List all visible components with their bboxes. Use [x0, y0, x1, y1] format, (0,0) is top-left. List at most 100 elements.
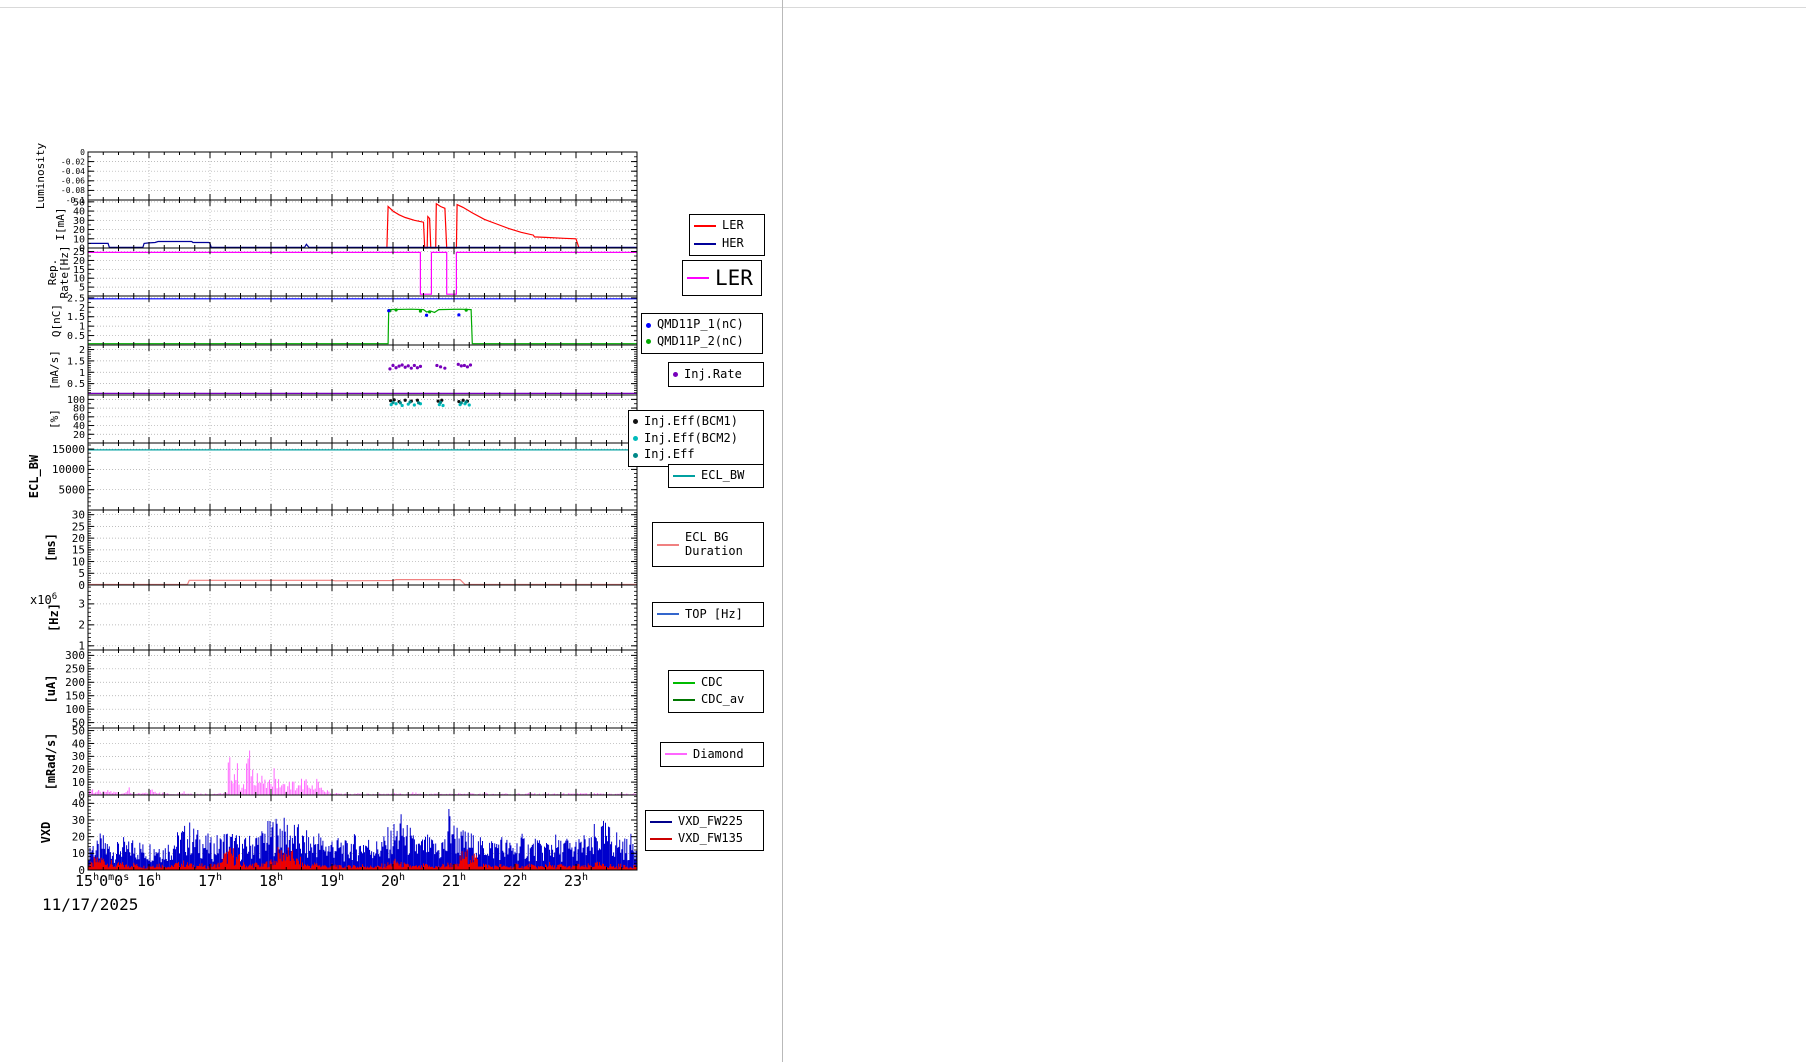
panel-rep-rate: 252015105Rep. Rate[Hz]: [46, 246, 638, 299]
legend-ler-large: LER: [682, 260, 762, 296]
legend-item-label: LER: [715, 265, 753, 290]
legend-item-label: Inj.Rate: [684, 366, 742, 381]
y-axis-title: [ms]: [44, 533, 58, 562]
legend-cdc: CDC CDC_av: [668, 670, 764, 713]
x-tick-label: 16h: [137, 872, 161, 890]
y-tick-label: 300: [65, 649, 85, 662]
y-tick-label: 0: [80, 148, 85, 157]
legend-item-label: Diamond: [693, 746, 744, 761]
legend-item: Inj.Eff(BCM1): [633, 414, 759, 429]
series-VXD_FW225: [87, 809, 637, 870]
legend-inj-rate: Inj.Rate: [668, 362, 764, 387]
series-RepRate: [88, 251, 637, 295]
legend-item-label: TOP [Hz]: [685, 606, 743, 621]
y-tick-label: 0: [78, 579, 85, 592]
series-LER: [386, 202, 580, 249]
panel-ecl-bg-duration: 302520151050[ms]: [44, 509, 638, 592]
x-tick-label: 20h: [381, 872, 405, 890]
panel-vxd-rate: 403020100VXD: [39, 794, 638, 877]
y-tick-label: 2: [78, 619, 85, 632]
panel-beam-current: 50403020100I[mA]: [54, 197, 638, 255]
y-axis-title: Rate[Hz]: [58, 246, 71, 299]
y-tick-label: 40: [72, 797, 85, 810]
date-label: 11/17/2025: [42, 895, 139, 914]
series-QMD11P_2: [88, 308, 637, 345]
x-tick-label: 15h0m0s: [75, 872, 129, 890]
y-axis-title: [uA]: [44, 675, 58, 704]
legend-item: CDC_av: [673, 693, 759, 707]
panel-injection-rate: 21.510.5 [mA/s]: [48, 344, 638, 396]
y-tick-label: 20: [72, 763, 85, 776]
legend-item-label: LER: [722, 218, 744, 233]
legend-item: LER: [687, 266, 757, 290]
legend-item: ECL_BW: [673, 468, 759, 483]
y-tick-label: 20: [73, 430, 85, 441]
legend-item-label: QMD11P_2(nC): [657, 334, 744, 349]
y-tick-label: 1: [79, 368, 85, 379]
y-axis-title: [mA/s]: [48, 350, 61, 390]
legend-marker-line: [694, 242, 716, 245]
y-axis-title: Luminosity: [34, 143, 47, 210]
legend-top: TOP [Hz]: [652, 602, 764, 627]
y-tick-label: 200: [65, 676, 85, 689]
legend-marker-line: [673, 474, 695, 477]
legend-marker-line: [694, 225, 716, 228]
legend-item: VXD_FW225: [650, 814, 759, 829]
y-axis-title: [%]: [48, 409, 61, 429]
legend-qmd: QMD11P_1(nC) QMD11P_2(nC): [641, 313, 763, 354]
legend-ecl-bw: ECL_BW: [668, 464, 764, 488]
legend-item-label: ECL_BW: [701, 468, 745, 483]
panel-bunch-charge: 2.521.510.5Q[nC]: [50, 293, 638, 346]
series-InjRate: [388, 362, 473, 371]
y-tick-label: 0.5: [67, 331, 85, 342]
legend-marker-line: [665, 753, 687, 756]
x-tick-label: 17h: [198, 872, 222, 890]
y-tick-label: -0.04: [61, 167, 85, 176]
legend-item: VXD_FW135: [650, 831, 759, 846]
x-tick-label: 21h: [442, 872, 466, 890]
y-axis-title: [Hz]: [47, 603, 61, 632]
legend-marker-line: [657, 543, 679, 546]
y-tick-label: 10000: [52, 463, 85, 476]
legend-item-label: QMD11P_1(nC): [657, 317, 744, 332]
legend-marker-dot: [633, 435, 638, 441]
legend-inj-eff: Inj.Eff(BCM1) Inj.Eff(BCM2) Inj.Eff: [628, 410, 764, 467]
x-tick-label: 19h: [320, 872, 344, 890]
window-divider: [782, 0, 783, 1062]
y-axis-title: VXD: [39, 822, 53, 844]
y-tick-label: 30: [72, 814, 85, 827]
legend-item-label: Inj.Eff(BCM2): [644, 430, 738, 445]
legend-beam-current: LER HER: [689, 214, 765, 256]
legend-item-label: Inj.Eff: [644, 447, 695, 462]
series-InjEff: [391, 400, 468, 405]
legend-item-label: CDC: [701, 674, 723, 689]
x-tick-label: 18h: [259, 872, 283, 890]
y-tick-label: 3: [78, 598, 85, 611]
legend-item-label: VXD_FW225: [678, 814, 744, 829]
panel-top-rate: 321[Hz]x106: [30, 584, 638, 653]
legend-item: Diamond: [665, 746, 759, 762]
y-tick-label: 0.5: [67, 379, 85, 390]
y-tick-label: 20: [72, 831, 85, 844]
legend-item: Inj.Eff(BCM2): [633, 430, 759, 446]
legend-marker-line: [673, 699, 695, 702]
y-tick-label: 2: [79, 345, 85, 356]
legend-item-label: ECL BG Duration: [685, 529, 743, 558]
y-tick-label: 5: [79, 283, 85, 294]
legend-item: LER: [694, 219, 760, 233]
legend-item: QMD11P_1(nC): [646, 317, 758, 332]
legend-item-label: HER: [722, 235, 744, 250]
y-tick-label: 1.5: [67, 356, 85, 367]
panel-injection-efficiency: 10080604020[%]: [48, 394, 638, 444]
y-tick-label: 10: [72, 776, 85, 789]
x-tick-label: 23h: [564, 872, 588, 890]
legend-marker-dot: [673, 371, 678, 377]
y-tick-label: 250: [65, 663, 85, 676]
legend-item: HER: [694, 235, 760, 251]
legend-item-label: VXD_FW135: [678, 831, 744, 846]
panel-diamond-dose: 50403020100[mRad/s]: [44, 724, 638, 802]
y-tick-label: -0.06: [61, 177, 85, 186]
x-tick-label: 22h: [503, 872, 527, 890]
y-tick-label: 150: [65, 690, 85, 703]
y-axis-title: [mRad/s]: [44, 733, 58, 791]
